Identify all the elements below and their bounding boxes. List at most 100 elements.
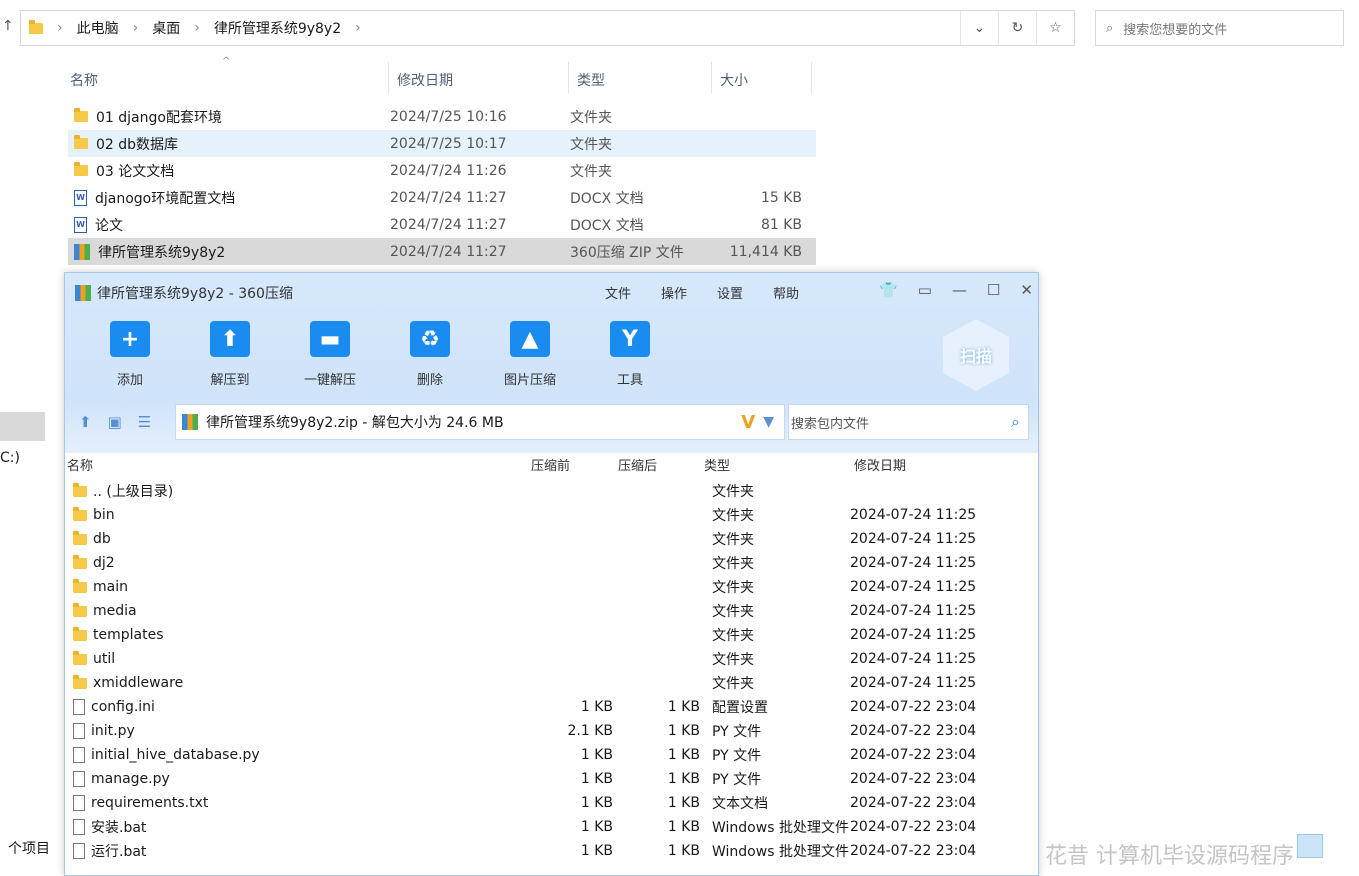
entry-name: media — [93, 603, 137, 619]
feedback-icon[interactable]: ▭ — [918, 281, 932, 299]
archive-row[interactable]: initial_hive_database.py 1 KB 1 KB PY 文件 202… — [65, 743, 1038, 767]
archive-path-bar[interactable]: 律所管理系统9y8y2.zip - 解包大小为 24.6 MB V ▼ — [175, 404, 785, 440]
col-date[interactable]: 修改日期 — [854, 455, 1004, 477]
breadcrumb-item[interactable]: 此电脑 — [77, 18, 119, 38]
list-view-icon[interactable]: ☰ — [138, 413, 151, 431]
chevron-right-icon[interactable]: › — [355, 20, 361, 36]
entry-type: 文件夹 — [712, 556, 754, 572]
folder-icon — [29, 19, 43, 34]
archive-row[interactable]: manage.py 1 KB 1 KB PY 文件 2024-07-22 23:04 — [65, 767, 1038, 791]
archive-row[interactable]: dj2 文件夹 2024-07-24 11:25 — [65, 551, 1038, 575]
toolbar-label: 解压到 — [210, 373, 250, 388]
archive-row[interactable]: media 文件夹 2024-07-24 11:25 — [65, 599, 1038, 623]
up-level-icon[interactable]: ⬆ — [79, 413, 92, 431]
file-icon — [73, 699, 85, 715]
archive-row[interactable]: main 文件夹 2024-07-24 11:25 — [65, 575, 1038, 599]
size-before: 1 KB — [580, 747, 613, 763]
sidebar-selected-item[interactable] — [0, 412, 45, 441]
entry-date: 2024-07-24 11:25 — [850, 603, 977, 619]
menu-item[interactable]: 文件 — [605, 283, 631, 302]
search-input[interactable]: ⌕ 搜索您想要的文件 — [1095, 10, 1344, 46]
chevron-right-icon[interactable]: › — [133, 20, 139, 36]
view-toggle[interactable] — [1297, 834, 1323, 858]
one-click-extract-button[interactable]: ▬ 一键解压 — [285, 321, 375, 388]
archive-row[interactable]: xmiddleware 文件夹 2024-07-24 11:25 — [65, 671, 1038, 695]
toolbar-label: 删除 — [416, 373, 443, 388]
breadcrumb-item[interactable]: 桌面 — [152, 18, 180, 38]
maximize-button[interactable]: ☐ — [987, 281, 1000, 299]
delete-button[interactable]: ♻ 删除 — [385, 321, 475, 388]
col-after[interactable]: 压缩后 — [618, 455, 704, 477]
archive-row[interactable]: 安装.bat 1 KB 1 KB Windows 批处理文件 2024-07-22 23… — [65, 815, 1038, 839]
breadcrumb-item[interactable]: 律所管理系统9y8y2 — [214, 18, 341, 38]
close-button[interactable]: ✕ — [1020, 281, 1033, 299]
size-before: 2.1 KB — [567, 723, 614, 739]
col-type[interactable]: 类型 — [704, 455, 854, 477]
folder-icon — [73, 650, 87, 665]
tools-button[interactable]: Y 工具 — [585, 321, 675, 388]
file-row[interactable]: 03 论文文档 2024/7/24 11:26 文件夹 — [68, 157, 816, 184]
entry-type: 文本文档 — [712, 796, 768, 812]
entry-type: PY 文件 — [712, 724, 762, 740]
file-icon — [73, 723, 85, 739]
entry-type: 文件夹 — [712, 676, 754, 692]
extract-to-icon: ⬆ — [210, 321, 250, 357]
menu-item[interactable]: 帮助 — [773, 283, 799, 302]
skin-icon[interactable]: 👕 — [879, 281, 898, 299]
dropdown-chevron-icon[interactable]: ⌄ — [960, 11, 998, 45]
search-icon[interactable]: ⌕ — [1011, 412, 1020, 432]
folder-icon — [74, 108, 88, 122]
address-bar[interactable]: › 此电脑 › 桌面 › 律所管理系统9y8y2 › ⌄ ↻ ☆ — [20, 10, 1075, 46]
file-row[interactable]: Wdjanogo环境配置文档 2024/7/24 11:27 DOCX 文档 15 K… — [68, 184, 816, 211]
minimize-button[interactable]: — — [952, 281, 967, 299]
archive-row[interactable]: templates 文件夹 2024-07-24 11:25 — [65, 623, 1038, 647]
col-type[interactable]: 类型 — [569, 62, 712, 94]
folder-icon — [73, 506, 87, 521]
archive-row[interactable]: init.py 2.1 KB 1 KB PY 文件 2024-07-22 23:04 — [65, 719, 1038, 743]
image-compress-button[interactable]: ▲ 图片压缩 — [485, 321, 575, 388]
drive-label[interactable]: C:) — [0, 450, 20, 466]
entry-type: 文件夹 — [712, 580, 754, 596]
up-arrow-icon[interactable]: ↑ — [2, 18, 14, 34]
archive-search-input[interactable]: 搜索包内文件 ⌕ — [788, 404, 1029, 440]
pin-icon[interactable]: ☆ — [1036, 11, 1074, 45]
file-name: 01 django配套环境 — [96, 109, 222, 126]
dropdown-icon[interactable]: ▼ — [763, 414, 784, 430]
archive-row[interactable]: util 文件夹 2024-07-24 11:25 — [65, 647, 1038, 671]
file-row[interactable]: W 论文 2024/7/24 11:27 DOCX 文档 81 KB — [68, 211, 816, 238]
menu-item[interactable]: 操作 — [661, 283, 687, 302]
file-row[interactable]: 02 db数据库 2024/7/25 10:17 文件夹 — [68, 130, 816, 157]
add-button[interactable]: + 添加 — [85, 321, 175, 388]
entry-name: main — [93, 579, 128, 595]
size-after: 1 KB — [667, 795, 700, 811]
file-row[interactable]: 01 django配套环境 2024/7/25 10:16 文件夹 — [68, 103, 816, 130]
thumbnail-view-icon[interactable]: ▣ — [108, 413, 122, 431]
folder-icon — [73, 482, 87, 497]
col-before[interactable]: 压缩前 — [531, 455, 618, 477]
chevron-right-icon[interactable]: › — [194, 20, 200, 36]
archive-row[interactable]: config.ini 1 KB 1 KB 配置设置 2024-07-22 23:04 — [65, 695, 1038, 719]
file-type: 文件夹 — [570, 136, 612, 153]
col-name[interactable]: 名称 — [65, 455, 531, 477]
entry-date: 2024-07-22 23:04 — [850, 723, 977, 739]
archive-row[interactable]: bin 文件夹 2024-07-24 11:25 — [65, 503, 1038, 527]
file-icon — [73, 843, 85, 859]
col-size[interactable]: 大小 — [712, 62, 812, 94]
file-type: DOCX 文档 — [570, 190, 644, 207]
menu-item[interactable]: 设置 — [717, 283, 743, 302]
file-size: 15 KB — [760, 189, 802, 206]
chevron-right-icon[interactable]: › — [57, 20, 63, 36]
scan-button[interactable]: 扫描 — [943, 319, 1009, 391]
col-date[interactable]: 修改日期 — [389, 62, 569, 94]
archive-row[interactable]: .. (上级目录) 文件夹 — [65, 479, 1038, 503]
file-name: 03 论文文档 — [96, 163, 175, 180]
extract-to-button[interactable]: ⬆ 解压到 — [185, 321, 275, 388]
archive-row[interactable]: 运行.bat 1 KB 1 KB Windows 批处理文件 2024-07-22 23… — [65, 839, 1038, 863]
file-size: 81 KB — [760, 216, 802, 233]
col-name[interactable]: 名称 — [48, 62, 389, 94]
archive-row[interactable]: requirements.txt 1 KB 1 KB 文本文档 2024-07-22 2… — [65, 791, 1038, 815]
refresh-icon[interactable]: ↻ — [998, 11, 1036, 45]
entry-type: 文件夹 — [712, 508, 754, 524]
archive-row[interactable]: db 文件夹 2024-07-24 11:25 — [65, 527, 1038, 551]
file-row[interactable]: 律所管理系统9y8y2 2024/7/24 11:27 360压缩 ZIP 文件 11… — [68, 238, 816, 265]
